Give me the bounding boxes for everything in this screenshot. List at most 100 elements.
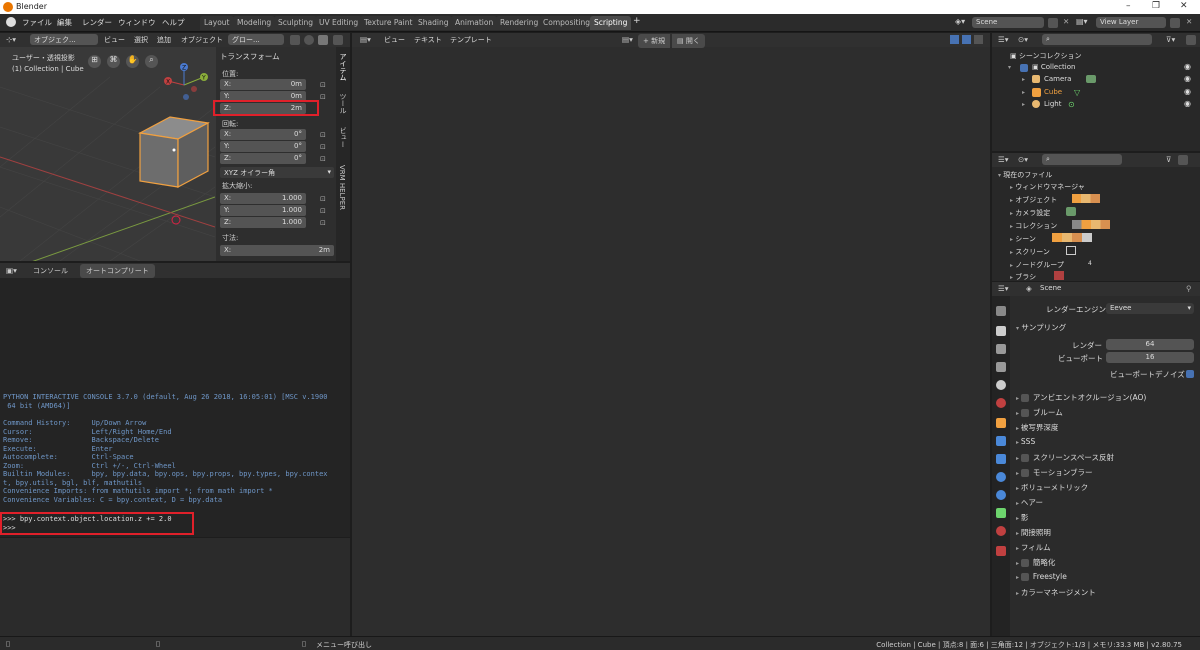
properties-panel[interactable]: ▸ アンビエントオクルージョン(AO) — [1016, 392, 1146, 403]
scale-y-field[interactable]: Y: 1.000 — [220, 205, 306, 216]
light-expand-icon[interactable]: ▸ — [1022, 101, 1025, 108]
tab-view[interactable]: ビュー — [338, 127, 348, 148]
3d-cursor[interactable] — [171, 215, 181, 225]
text-menu-view[interactable]: ビュー — [384, 35, 405, 45]
properties-editor[interactable]: ☰▾ ◈ Scene ⚲ レンダーエンジン Eevee ▾ ▾ サンプリング レン… — [992, 282, 1200, 636]
scene-tab-icon[interactable] — [996, 380, 1006, 390]
text-editor[interactable]: ▤▾ ビュー テキスト テンプレート ▤▾ + 新規 ▤ 開く — [352, 33, 990, 636]
delete-scene-icon[interactable]: ✕ — [1063, 17, 1069, 26]
modifier-tab-icon[interactable] — [996, 436, 1006, 446]
camera-visibility-icon[interactable]: ◉ — [1184, 74, 1191, 83]
blend-item-objects[interactable]: ▸ オブジェクト — [1010, 195, 1057, 205]
editor-type-icon[interactable]: ⊹▾ — [6, 35, 16, 44]
pan-hand-icon[interactable]: ✋ — [126, 55, 139, 68]
tab-sculpting[interactable]: Sculpting — [274, 16, 318, 30]
render-engine-selector[interactable]: Eevee ▾ — [1106, 303, 1194, 314]
lock-location-x-icon[interactable]: ⊡ — [320, 81, 326, 89]
outliner-type-icon[interactable]: ☰▾ — [998, 35, 1009, 44]
scene-icon[interactable]: ◈▾ — [955, 17, 965, 26]
lock-rotation-x-icon[interactable]: ⊡ — [320, 131, 326, 139]
tab-texture-paint[interactable]: Texture Paint — [360, 16, 417, 30]
texture-tab-icon[interactable] — [996, 546, 1006, 556]
scale-x-field[interactable]: X: 1.000 — [220, 193, 306, 204]
data-tab-icon[interactable] — [996, 508, 1006, 518]
outliner-filter-icon[interactable]: ⊽▾ — [1166, 35, 1175, 44]
close-icon[interactable]: ✕ — [1180, 1, 1188, 11]
output-tab-icon[interactable] — [996, 344, 1006, 354]
shading-icon[interactable] — [333, 35, 343, 45]
dimensions-x-field[interactable]: X: 2m — [220, 245, 334, 256]
outliner-cube[interactable]: Cube — [1044, 88, 1062, 96]
lock-location-y-icon[interactable]: ⊡ — [320, 93, 326, 101]
cube-expand-icon[interactable]: ▸ — [1022, 89, 1025, 96]
rotation-x-field[interactable]: X: 0° — [220, 129, 306, 140]
viewport-menu-view[interactable]: ビュー — [104, 35, 125, 45]
viewport-denoise-checkbox[interactable] — [1186, 370, 1194, 378]
constraints-tab-icon[interactable] — [996, 490, 1006, 500]
maximize-icon[interactable]: ❐ — [1152, 1, 1160, 11]
physics-tab-icon[interactable] — [996, 472, 1006, 482]
tool-tab-icon[interactable] — [996, 306, 1006, 316]
collection-checkbox[interactable] — [1020, 64, 1028, 72]
menu-window[interactable]: ウィンドウ — [118, 17, 156, 28]
lock-scale-z-icon[interactable]: ⊡ — [320, 219, 326, 227]
menu-help[interactable]: ヘルプ — [162, 17, 185, 28]
tab-uv-editing[interactable]: UV Editing — [315, 16, 363, 30]
outliner-camera[interactable]: Camera — [1044, 75, 1071, 83]
properties-panel[interactable]: ▸ 影 — [1016, 512, 1028, 523]
properties-panel[interactable]: ▸ スクリーンスペース反射 — [1016, 452, 1114, 463]
properties-panel[interactable]: ▸ 被写界深度 — [1016, 422, 1058, 433]
tab-tool[interactable]: ツール — [338, 93, 348, 114]
tab-rendering[interactable]: Rendering — [496, 16, 543, 30]
blend-item-cameras[interactable]: ▸ カメラ設定 — [1010, 208, 1050, 218]
text-editor-type-icon[interactable]: ▤▾ — [360, 35, 371, 44]
properties-panel[interactable]: ▸ ブルーム — [1016, 407, 1063, 418]
panel-enable-checkbox[interactable] — [1020, 469, 1029, 477]
camera-view-icon[interactable]: ⌘ — [107, 55, 120, 68]
properties-panel[interactable]: ▸ カラーマネージメント — [1016, 587, 1096, 598]
rotation-y-field[interactable]: Y: 0° — [220, 141, 306, 152]
properties-panel[interactable]: ▸ SSS — [1016, 437, 1035, 446]
properties-panel[interactable]: ▸ フィルム — [1016, 542, 1051, 553]
view-layer-selector[interactable]: View Layer — [1096, 17, 1166, 28]
outliner-collection[interactable]: ▣ Collection — [1032, 63, 1075, 71]
viewport-3d[interactable]: ⊹▾ オブジェク... ビュー 選択 追加 オブジェクト グロー... ユーザー… — [0, 33, 350, 261]
blend-item-screens[interactable]: ▸ スクリーン — [1010, 247, 1050, 257]
console-tab-console[interactable]: コンソール — [33, 266, 68, 276]
outliner-display-icon[interactable]: ⊙▾ — [1018, 35, 1028, 44]
delete-view-layer-icon[interactable]: ✕ — [1186, 17, 1192, 26]
new-text-button[interactable]: + 新規 — [638, 34, 671, 48]
outliner-search[interactable]: ⌕ — [1042, 34, 1152, 45]
particles-tab-icon[interactable] — [996, 454, 1006, 464]
sampling-panel[interactable]: ▾ サンプリング — [1016, 322, 1066, 333]
menu-file[interactable]: ファイル — [22, 17, 52, 28]
lock-rotation-y-icon[interactable]: ⊡ — [320, 143, 326, 151]
line-numbers-toggle-icon[interactable] — [950, 35, 959, 44]
snap-icon[interactable] — [290, 35, 300, 45]
proportional-icon[interactable] — [304, 35, 314, 45]
blend-item-window-manager[interactable]: ▸ ウィンドウマネージャ — [1010, 182, 1085, 192]
viewport-samples-field[interactable]: 16 — [1106, 352, 1194, 363]
outliner-new-collection-icon[interactable] — [1186, 35, 1196, 45]
tab-shading[interactable]: Shading — [414, 16, 453, 30]
material-tab-icon[interactable] — [996, 526, 1006, 536]
object-tab-icon[interactable] — [996, 418, 1006, 428]
text-menu-templates[interactable]: テンプレート — [450, 35, 492, 45]
tab-animation[interactable]: Animation — [451, 16, 498, 30]
current-file-root[interactable]: ▾ 現在のファイル — [998, 170, 1052, 180]
grid-view-icon[interactable]: ⊞ — [88, 55, 101, 68]
world-tab-icon[interactable] — [996, 398, 1006, 408]
view-layer-tab-icon[interactable] — [996, 362, 1006, 372]
blender-menu-icon[interactable] — [6, 17, 16, 27]
camera-expand-icon[interactable]: ▸ — [1022, 76, 1025, 83]
blend-file-extra-icon[interactable] — [1178, 155, 1188, 165]
outliner-light[interactable]: Light — [1044, 100, 1061, 108]
tab-item[interactable]: アイテム — [338, 53, 348, 81]
properties-panel[interactable]: ▸ Freestyle — [1016, 572, 1067, 581]
viewport-menu-add[interactable]: 追加 — [157, 35, 171, 45]
console-editor-type-icon[interactable]: ▣▾ — [6, 266, 17, 275]
text-browse-icon[interactable]: ▤▾ — [622, 35, 633, 44]
location-x-field[interactable]: X: 0m — [220, 79, 306, 90]
panel-enable-checkbox[interactable] — [1020, 454, 1029, 462]
rotation-mode-selector[interactable]: XYZ オイラー角 ▾ — [220, 167, 334, 178]
